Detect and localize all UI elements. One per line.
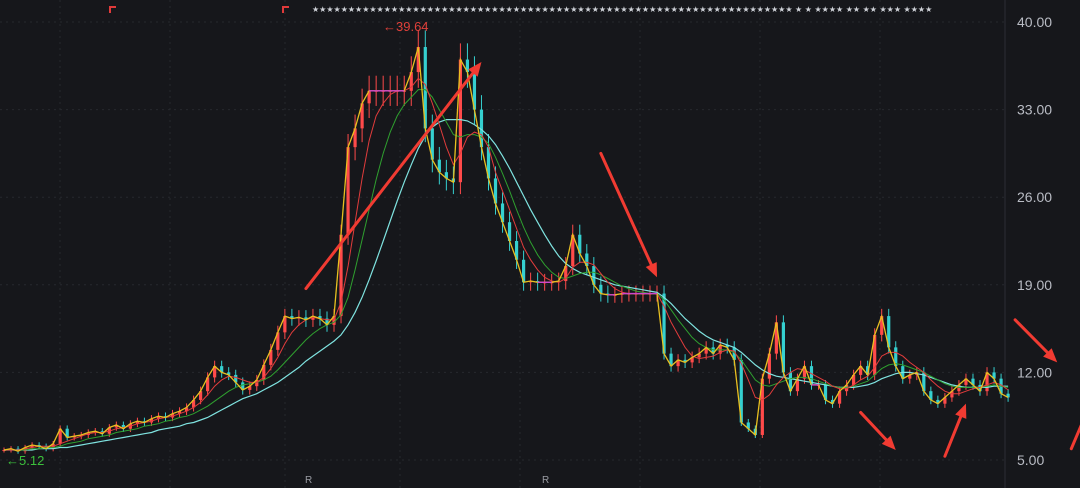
series-group <box>2 30 1010 454</box>
marker-label-r2: R <box>542 475 549 486</box>
y-tick-label: 40.00 <box>1017 14 1052 30</box>
annotation-arrow-shaft <box>1013 318 1049 354</box>
top-mid-bracket-icon <box>282 6 289 13</box>
stock-chart: 40.00 33.00 26.00 19.00 12.00 5.00 ★★★★★★★★★★… <box>0 0 1080 488</box>
y-axis-ticks: 40.00 33.00 26.00 19.00 12.00 5.00 <box>1017 14 1052 468</box>
grid-lines <box>0 0 1006 488</box>
low-price-label: ←5.12 <box>6 453 44 468</box>
event-marker-strip: ★★★★★★★★★★★★★★★★★★★★★★★★★★★★★★★★★★★★★★★★… <box>109 5 932 14</box>
y-tick-label: 19.00 <box>1017 277 1052 293</box>
annotation-arrow-head <box>955 403 967 419</box>
annotation-arrow-shaft <box>1069 424 1080 451</box>
top-left-bracket-icon <box>109 6 116 13</box>
y-tick-label: 5.00 <box>1017 452 1044 468</box>
chart-container: 40.00 33.00 26.00 19.00 12.00 5.00 ★★★★★★★★★★… <box>0 0 1080 488</box>
series-price <box>3 46 1009 452</box>
y-tick-label: 12.00 <box>1017 364 1052 380</box>
series-ma-mid <box>4 89 1009 451</box>
y-tick-label: 33.00 <box>1017 102 1052 118</box>
annotation-arrow-shaft <box>943 415 963 458</box>
y-tick-label: 26.00 <box>1017 189 1052 205</box>
high-price-label: ←39.64 <box>383 19 429 34</box>
series-ma-short <box>4 77 1009 451</box>
event-stars: ★★★★★★★★★★★★★★★★★★★★★★★★★★★★★★★★★★★★★★★★… <box>312 5 932 14</box>
series-ma-long <box>4 118 1009 451</box>
price-labels: ←39.64 ←5.12 R R <box>6 19 549 486</box>
annotation-arrow-shaft <box>599 151 653 267</box>
marker-label-r1: R <box>305 475 312 486</box>
annotation-arrows <box>304 62 1080 458</box>
annotation-arrow-shaft <box>859 410 888 442</box>
annotation-arrow-shaft <box>304 71 475 291</box>
